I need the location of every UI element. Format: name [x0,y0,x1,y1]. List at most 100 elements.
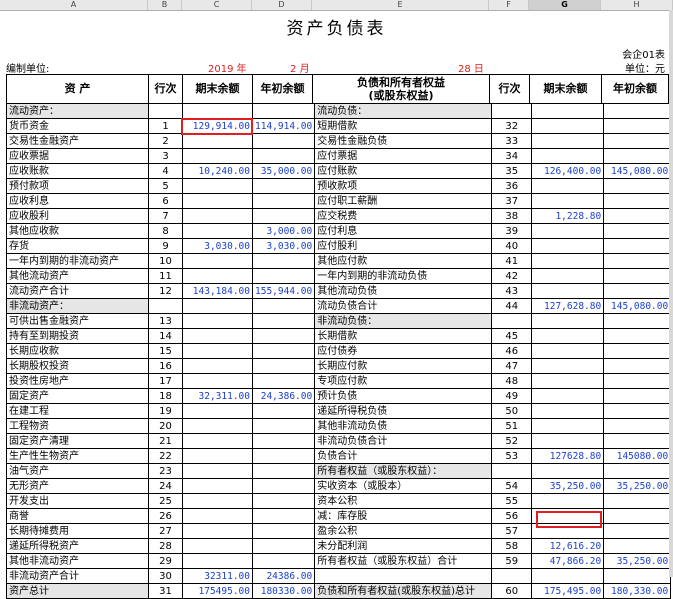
cell-g[interactable] [531,193,605,209]
cell-b[interactable]: 31 [148,583,183,599]
cell-g[interactable] [531,133,605,149]
cell-h[interactable] [603,568,672,584]
cell-b[interactable]: 13 [148,313,183,329]
cell-b[interactable]: 25 [148,493,183,509]
cell-e[interactable]: 所有者权益（或股东权益）： [314,463,493,479]
cell-d[interactable] [251,403,316,419]
cell-b[interactable]: 23 [148,463,183,479]
cell-e[interactable]: 其他非流动负债 [314,418,493,434]
cell-a[interactable]: 其他非流动资产 [6,553,149,569]
cell-g[interactable] [531,343,605,359]
cell-a[interactable]: 交易性金融资产 [6,133,149,149]
cell-d[interactable]: 3,000.00 [251,223,316,239]
cell-f[interactable]: 38 [491,208,533,224]
cell-c[interactable] [182,403,253,419]
cell-a[interactable]: 长期待摊费用 [6,523,149,539]
cell-a[interactable]: 货币资金 [6,118,149,134]
cell-h[interactable] [603,388,672,404]
cell-a[interactable]: 固定资产清理 [6,433,149,449]
column-header-g[interactable]: G [529,0,601,10]
cell-b[interactable]: 27 [148,523,183,539]
cell-a[interactable]: 应收股利 [6,208,149,224]
cell-a[interactable]: 应收票据 [6,148,149,164]
cell-h[interactable] [603,493,672,509]
cell-g[interactable] [531,103,605,119]
cell-c[interactable] [182,133,253,149]
cell-g[interactable] [531,253,605,269]
cell-c[interactable] [182,373,253,389]
cell-c[interactable]: 10,240.00 [182,163,253,179]
cell-e[interactable]: 应付账款 [314,163,493,179]
cell-h[interactable] [603,463,672,479]
cell-b[interactable]: 9 [148,238,183,254]
column-header-a[interactable]: A [0,0,148,10]
cell-c[interactable] [182,448,253,464]
cell-h[interactable] [603,343,672,359]
cell-h[interactable] [603,268,672,284]
cell-d[interactable]: 114,914.00 [251,118,316,134]
cell-d[interactable] [251,253,316,269]
cell-f[interactable]: 45 [491,328,533,344]
cell-e[interactable]: 流动负债合计 [314,298,493,314]
cell-c[interactable]: 32311.00 [182,568,253,584]
cell-a[interactable]: 长期应收款 [6,343,149,359]
cell-f[interactable]: 43 [491,283,533,299]
cell-f[interactable]: 35 [491,163,533,179]
cell-h[interactable] [603,118,672,134]
cell-e[interactable]: 其他应付款 [314,253,493,269]
cell-g[interactable] [531,268,605,284]
cell-b[interactable]: 12 [148,283,183,299]
cell-d[interactable] [251,523,316,539]
cell-a[interactable]: 油气资产 [6,463,149,479]
cell-b[interactable]: 7 [148,208,183,224]
cell-f[interactable]: 44 [491,298,533,314]
cell-b[interactable] [148,298,183,314]
cell-e[interactable]: 所有者权益（或股东权益）合计 [314,553,493,569]
cell-b[interactable]: 14 [148,328,183,344]
cell-e[interactable]: 专项应付款 [314,373,493,389]
cell-d[interactable]: 24,386.00 [251,388,316,404]
cell-d[interactable] [251,298,316,314]
cell-e[interactable]: 未分配利润 [314,538,493,554]
cell-e[interactable]: 其他流动负债 [314,283,493,299]
cell-f[interactable]: 37 [491,193,533,209]
cell-e[interactable]: 短期借款 [314,118,493,134]
cell-d[interactable] [251,103,316,119]
cell-c[interactable] [182,208,253,224]
cell-d[interactable] [251,493,316,509]
cell-e[interactable]: 负债合计 [314,448,493,464]
cell-e[interactable]: 资本公积 [314,493,493,509]
cell-f[interactable]: 32 [491,118,533,134]
cell-d[interactable] [251,268,316,284]
cell-b[interactable]: 29 [148,553,183,569]
cell-b[interactable]: 1 [148,118,183,134]
cell-h[interactable] [603,253,672,269]
cell-h[interactable]: 35,250.00 [603,478,672,494]
cell-e[interactable]: 应交税费 [314,208,493,224]
cell-b[interactable]: 11 [148,268,183,284]
cell-g[interactable]: 1,228.80 [531,208,605,224]
cell-b[interactable]: 26 [148,508,183,524]
cell-d[interactable]: 3,030.00 [251,238,316,254]
column-header-b[interactable]: B [148,0,182,10]
cell-f[interactable]: 40 [491,238,533,254]
cell-h[interactable]: 145080.00 [603,448,672,464]
cell-f[interactable]: 39 [491,223,533,239]
cell-f[interactable] [491,568,533,584]
cell-c[interactable] [182,433,253,449]
cell-b[interactable]: 30 [148,568,183,584]
cell-f[interactable]: 56 [491,508,533,524]
cell-g[interactable]: 175,495.00 [531,583,605,599]
cell-g[interactable] [531,313,605,329]
cell-b[interactable]: 28 [148,538,183,554]
cell-d[interactable] [251,208,316,224]
cell-a[interactable]: 在建工程 [6,403,149,419]
cell-b[interactable]: 22 [148,448,183,464]
cell-d[interactable] [251,178,316,194]
cell-b[interactable]: 24 [148,478,183,494]
cell-c[interactable] [182,268,253,284]
cell-d[interactable] [251,508,316,524]
cell-g[interactable] [531,568,605,584]
cell-c[interactable]: 32,311.00 [182,388,253,404]
cell-g[interactable]: 35,250.00 [531,478,605,494]
